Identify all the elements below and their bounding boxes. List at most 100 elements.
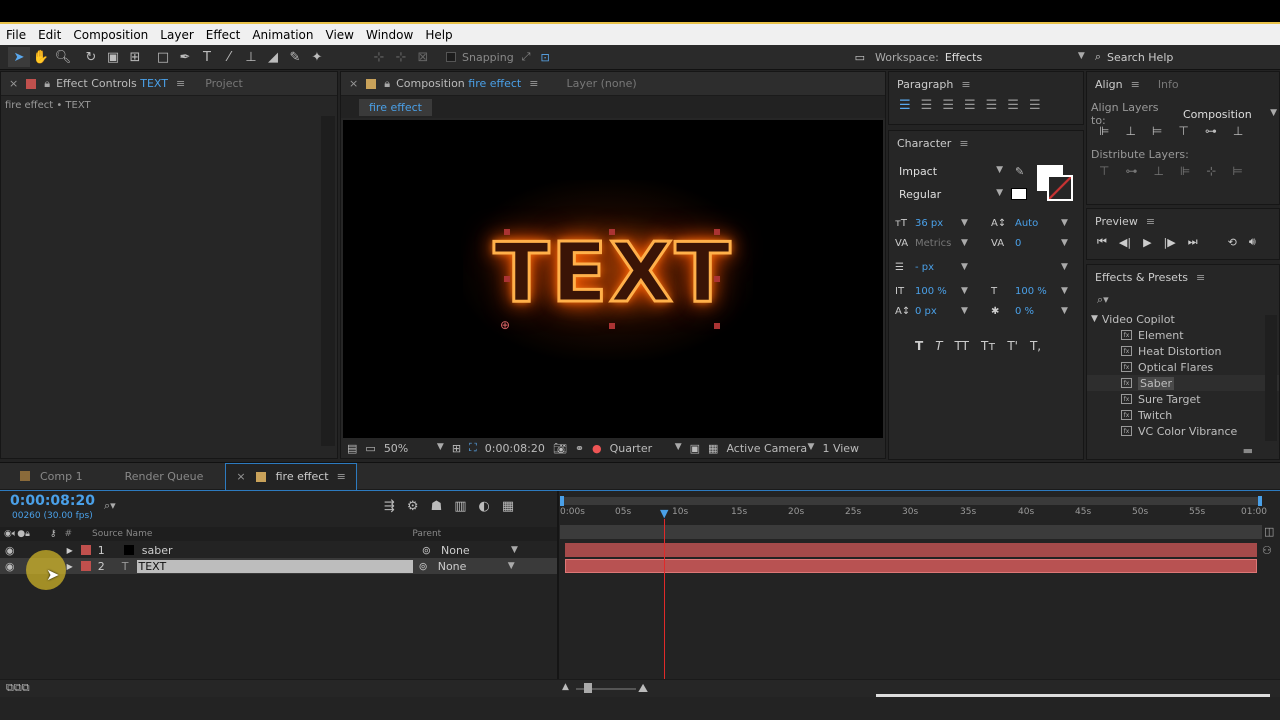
layer-name[interactable]: TEXT [136,559,413,573]
eraser-tool-icon[interactable]: ◢ [262,47,284,67]
align-left-edges-icon[interactable]: ⊫ [1099,124,1109,138]
title-safe-icon[interactable]: ⛶ [469,441,477,455]
show-snapshot-icon[interactable]: ⚭ [575,442,584,455]
kerning-value[interactable]: Metrics [915,238,961,249]
distribute-right-icon[interactable]: ⊨ [1232,164,1242,178]
pen-tool-icon[interactable]: ✒ [174,47,196,67]
comp-marker-icon[interactable]: ◫ [1264,525,1274,538]
search-help-input[interactable]: Search Help [1107,51,1272,64]
menu-edit[interactable]: Edit [32,28,67,42]
comp-subtab[interactable]: fire effect [359,98,432,116]
effects-search-input[interactable]: ⌕▾ [1091,291,1275,309]
label-color-swatch[interactable] [80,545,91,555]
comp-viewer[interactable]: TEXT ⊕ [343,120,883,438]
puppet-tool-icon[interactable]: ✦ [306,47,328,67]
eyedropper-icon[interactable]: ✎ [1015,165,1024,178]
roto-brush-tool-icon[interactable]: ✎ [284,47,306,67]
distribute-left-icon[interactable]: ⊫ [1180,164,1190,178]
prev-frame-icon[interactable]: ◀| [1119,236,1131,249]
leading-value[interactable]: Auto [1015,218,1061,229]
justify-left-icon[interactable]: ☰ [964,98,976,113]
playhead-line[interactable] [664,519,665,679]
next-frame-icon[interactable]: |▶ [1164,236,1176,249]
layer-switch-icon[interactable]: ⚇ [1262,544,1272,557]
pane-divider[interactable] [557,491,559,691]
tracking-value[interactable]: 0 [1015,238,1061,249]
always-preview-icon[interactable]: ▤ [347,442,357,455]
camera-dropdown[interactable]: Active Camera ▼ [726,442,814,455]
horizontal-scrollbar[interactable] [876,694,1270,697]
anchor-point-icon[interactable]: ⊕ [500,318,510,332]
small-caps-button[interactable]: Tт [981,339,995,353]
font-size-value[interactable]: 36 px [915,218,961,229]
camera-tool-icon[interactable]: ▣ [102,47,124,67]
pick-whip-icon[interactable]: ⊚ [422,544,431,557]
distribute-bottom-icon[interactable]: ⊥ [1153,164,1163,178]
scrollbar[interactable] [1265,315,1277,441]
menu-effect[interactable]: Effect [200,28,247,42]
justify-center-icon[interactable]: ☰ [986,98,998,113]
distribute-hcenter-icon[interactable]: ⊹ [1206,164,1216,178]
snap-arrow-icon[interactable]: ⤢ [522,50,531,64]
fit-frame-icon[interactable]: ⊞ [452,442,461,455]
tab-fire-effect[interactable]: × fire effect ≡ [225,462,357,490]
white-swatch[interactable] [1011,188,1027,200]
effect-item-selected[interactable]: fx Saber [1087,375,1279,391]
last-frame-icon[interactable]: ⏭ [1188,235,1198,249]
menu-layer[interactable]: Layer [154,28,199,42]
selection-tool-icon[interactable]: ➤ [8,47,30,67]
effect-item[interactable]: fx Heat Distortion [1087,343,1279,359]
panel-menu-icon[interactable]: ≡ [337,470,346,483]
expand-triangle-icon[interactable]: ▶ [67,562,73,571]
brush-tool-icon[interactable]: ⁄ [218,47,240,67]
align-to-dropdown[interactable]: Composition ▼ [1183,108,1277,121]
align-center-icon[interactable]: ☰ [921,98,933,113]
zoom-slider-thumb[interactable] [584,683,592,693]
align-right-edges-icon[interactable]: ⊨ [1152,124,1162,138]
layer-switches-toggle-icon[interactable]: ⧉⧉⧉ [6,681,30,695]
axis-view-icon[interactable]: ⊠ [412,47,434,67]
first-frame-icon[interactable]: ⏮ [1097,235,1107,249]
zoom-in-icon[interactable]: ⛰ [638,681,648,696]
play-icon[interactable]: ▶ [1143,236,1151,249]
align-right-icon[interactable]: ☰ [942,98,954,113]
graph-editor-icon[interactable]: ▦ [502,499,514,514]
close-icon[interactable]: × [9,77,18,90]
panel-menu-icon[interactable]: ≡ [176,77,185,90]
justify-right-icon[interactable]: ☰ [1007,98,1019,113]
snap-grid-icon[interactable]: ⊡ [540,51,549,64]
align-top-edges-icon[interactable]: ⊤ [1178,124,1188,138]
layer-row-selected[interactable]: ◉ ▶ 2 T TEXT ⊚ None ▼ [0,558,558,574]
parent-dropdown[interactable]: None [441,544,511,557]
tsume-value[interactable]: 0 % [1015,306,1061,317]
handle[interactable] [504,229,510,235]
eye-icon[interactable]: ◉ [5,544,15,557]
panel-menu-icon[interactable]: ≡ [959,137,968,150]
tab-align[interactable]: Align [1095,78,1123,91]
menu-composition[interactable]: Composition [67,28,154,42]
justify-all-icon[interactable]: ☰ [1029,98,1041,113]
tab-comp-1[interactable]: Comp 1 [0,470,103,483]
shy-layers-icon[interactable]: ☗ [431,499,443,514]
baseline-shift-value[interactable]: 0 px [915,306,961,317]
close-icon[interactable]: × [349,77,358,90]
lock-icon[interactable]: 🔒︎ [44,77,50,91]
horizontal-scale-value[interactable]: 100 % [1015,286,1061,297]
current-time-display[interactable]: 0:00:08:20 [485,442,545,455]
layer-row[interactable]: ◉ ▶ 1 saber ⊚ None ▼ [0,542,558,558]
pan-behind-tool-icon[interactable]: ⊞ [124,47,146,67]
hand-tool-icon[interactable]: ✋ [30,47,52,67]
tab-project[interactable]: Project [205,77,243,90]
frame-blending-icon[interactable]: ▥ [454,499,466,514]
parent-dropdown[interactable]: None [438,560,508,573]
vertical-scale-value[interactable]: 100 % [915,286,961,297]
rotation-tool-icon[interactable]: ↻ [80,47,102,67]
layer-bar-saber[interactable] [565,543,1257,557]
type-tool-icon[interactable]: T [196,47,218,67]
handle[interactable] [609,323,615,329]
snapping-checkbox[interactable] [446,52,456,62]
handle[interactable] [714,276,720,282]
zoom-tool-icon[interactable]: 🔍︎ [52,47,74,67]
align-vertical-center-icon[interactable]: ⊶ [1205,124,1217,138]
axis-local-icon[interactable]: ⊹ [368,47,390,67]
